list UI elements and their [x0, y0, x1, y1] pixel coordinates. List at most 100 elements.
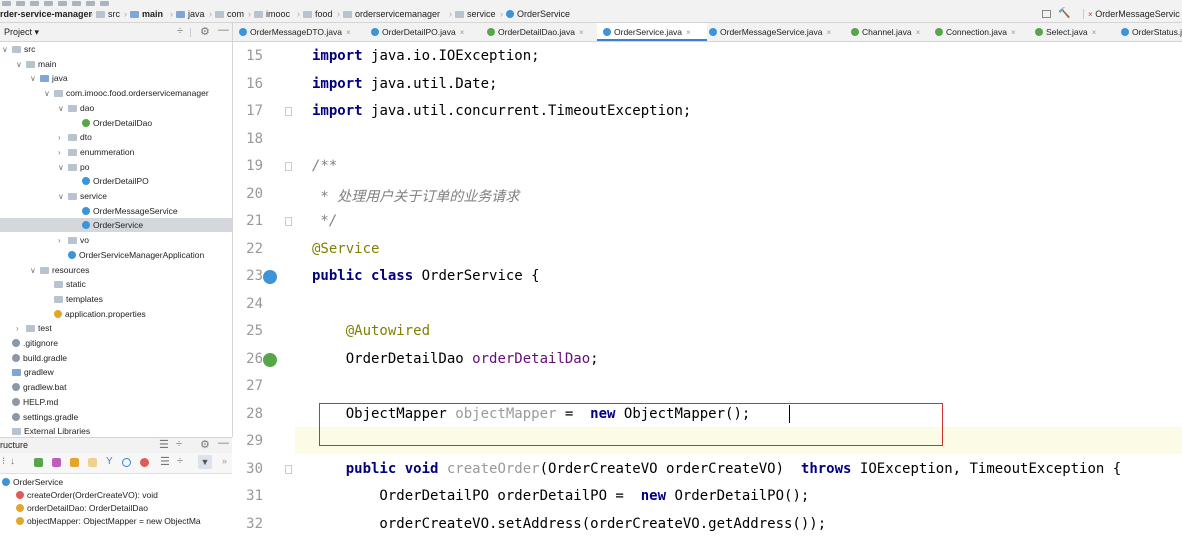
toolbar-icon[interactable] — [100, 1, 109, 6]
code-line[interactable]: */ — [312, 213, 337, 229]
tree-item[interactable]: ∨ com.imooc.food.orderservicemanager — [0, 86, 209, 100]
tree-item[interactable]: › vo — [0, 233, 89, 247]
toolbar-icon[interactable] — [72, 1, 81, 6]
tree-item[interactable]: OrderDetailPO — [0, 174, 149, 188]
code-line[interactable]: /** — [312, 158, 337, 174]
tree-item[interactable]: ∨ main — [0, 57, 56, 71]
fold-marker-icon[interactable] — [285, 162, 292, 171]
autowired-bean-icon[interactable] — [263, 352, 277, 367]
show-nonpublic-icon[interactable] — [88, 458, 97, 467]
code-line[interactable]: @Service — [312, 241, 379, 257]
code-line[interactable]: public class OrderService { — [312, 268, 540, 284]
code-line[interactable]: import java.io.IOException; — [312, 48, 540, 64]
tree-item[interactable]: › test — [0, 321, 52, 335]
fold-marker-icon[interactable] — [285, 217, 292, 226]
toolbar-icon[interactable] — [86, 1, 95, 6]
run-config-selector[interactable]: × OrderMessageServic — [1083, 9, 1180, 19]
tree-item[interactable]: ∨ java — [0, 71, 68, 85]
close-icon[interactable]: × — [346, 28, 351, 37]
breadcrumb-food[interactable]: food — [303, 9, 333, 19]
code-line[interactable]: * 处理用户关于订单的业务请求 — [312, 186, 519, 206]
tree-item[interactable]: ∨ service — [0, 189, 107, 203]
breadcrumb-project[interactable]: rder-service-manager — [0, 9, 92, 19]
gear-icon[interactable]: ⚙ — [200, 438, 210, 451]
close-icon[interactable]: × — [1011, 28, 1016, 37]
toolbar-icon[interactable] — [16, 1, 25, 6]
fold-marker-icon[interactable] — [285, 464, 292, 474]
code-line[interactable]: OrderDetailPO orderDetailPO = new OrderD… — [312, 488, 809, 504]
chevron-down-icon[interactable]: ∨ — [58, 161, 68, 175]
tree-item[interactable]: gradlew — [0, 365, 54, 379]
close-icon[interactable]: × — [579, 28, 584, 37]
tree-item[interactable]: gradlew.bat — [0, 380, 66, 394]
pin-icon[interactable]: ▼ — [198, 455, 212, 469]
fold-marker-icon[interactable] — [285, 107, 292, 116]
structure-item[interactable]: createOrder(OrderCreateVO): void — [16, 488, 158, 502]
bean-class-icon[interactable] — [263, 270, 277, 284]
close-icon[interactable]: × — [827, 28, 832, 37]
tab-orderservice[interactable]: OrderService.java × — [597, 23, 707, 41]
structure-item[interactable]: OrderService — [2, 475, 63, 489]
tree-item[interactable]: ∨ po — [0, 160, 89, 174]
code-line[interactable]: OrderDetailDao orderDetailDao; — [312, 351, 599, 367]
tab-select[interactable]: Select.java × — [1029, 23, 1119, 41]
breadcrumb-java[interactable]: java — [176, 9, 205, 19]
sort-alpha-icon[interactable]: ↓ — [10, 456, 15, 467]
tree-item[interactable]: templates — [0, 292, 103, 306]
breadcrumb-main[interactable]: main — [130, 9, 163, 19]
tree-item[interactable]: settings.gradle — [0, 410, 78, 424]
toolbar-icon[interactable] — [30, 1, 39, 6]
code-line[interactable]: @Autowired — [312, 323, 430, 339]
chevron-down-icon[interactable]: ∨ — [30, 264, 40, 278]
collapse-all-icon[interactable]: ÷ — [176, 438, 182, 450]
chevron-right-icon[interactable]: › — [16, 322, 26, 336]
chevron-down-icon[interactable]: ∨ — [30, 72, 40, 86]
tree-item[interactable]: HELP.md — [0, 395, 58, 409]
layout-icon[interactable] — [1042, 10, 1051, 18]
filter-icon[interactable]: Y — [106, 456, 113, 467]
breadcrumb-imooc[interactable]: imooc — [254, 9, 290, 19]
toolbar-icon[interactable] — [58, 1, 67, 6]
tab-orderdetailpo[interactable]: OrderDetailPO.java × — [365, 23, 485, 41]
show-inherited-icon[interactable] — [34, 458, 43, 467]
tree-item[interactable]: OrderDetailDao — [0, 116, 152, 130]
hide-panel-icon[interactable]: — — [218, 437, 229, 449]
tree-item[interactable]: External Libraries — [0, 424, 90, 437]
project-view-selector[interactable]: Project ▾ — [4, 27, 39, 38]
code-line[interactable]: public void createOrder(OrderCreateVO or… — [312, 461, 1122, 477]
chevron-down-icon[interactable]: ∨ — [58, 190, 68, 204]
close-icon[interactable]: × — [460, 28, 465, 37]
code-line[interactable]: orderCreateVO.setAddress(orderCreateVO.g… — [312, 516, 826, 532]
toolbar-icon[interactable] — [44, 1, 53, 6]
more-icon[interactable]: » — [222, 456, 227, 466]
chevron-right-icon[interactable]: › — [58, 131, 68, 145]
breadcrumb-src[interactable]: src — [96, 9, 120, 19]
close-icon[interactable]: × — [1092, 28, 1097, 37]
structure-item[interactable]: objectMapper: ObjectMapper = new ObjectM… — [16, 514, 201, 528]
tab-connection[interactable]: Connection.java × — [929, 23, 1033, 41]
chevron-right-icon[interactable]: › — [58, 146, 68, 160]
breadcrumb-orderservice[interactable]: OrderService — [506, 9, 570, 19]
tab-orderdetaildao[interactable]: OrderDetailDao.java × — [481, 23, 601, 41]
code-line[interactable]: import java.util.Date; — [312, 76, 497, 92]
sort-visibility-icon[interactable]: ⁝ — [2, 456, 5, 467]
show-properties-icon[interactable] — [52, 458, 61, 467]
chevron-right-icon[interactable]: › — [58, 234, 68, 248]
breadcrumb-service[interactable]: service — [455, 9, 496, 19]
tree-item[interactable]: OrderMessageService — [0, 204, 178, 218]
chevron-down-icon[interactable]: ∨ — [58, 102, 68, 116]
tree-item[interactable]: ∨ dao — [0, 101, 94, 115]
tree-item[interactable]: ∨ src — [0, 42, 35, 56]
tree-item[interactable]: .gitignore — [0, 336, 58, 350]
tree-item[interactable]: static — [0, 277, 86, 291]
tab-orderstatus[interactable]: OrderStatus.ja — [1115, 23, 1182, 41]
breadcrumb-orderservicemanager[interactable]: orderservicemanager — [343, 9, 440, 19]
toolbar-icon[interactable] — [2, 1, 11, 6]
close-icon[interactable]: × — [686, 28, 691, 37]
chevron-down-icon[interactable]: ∨ — [2, 43, 12, 57]
tree-item[interactable]: › enummeration — [0, 145, 134, 159]
tab-channel[interactable]: Channel.java × — [845, 23, 933, 41]
code-line[interactable]: import java.util.concurrent.TimeoutExcep… — [312, 103, 691, 119]
show-lambdas-icon[interactable] — [122, 458, 131, 467]
tree-item[interactable]: OrderService — [0, 218, 232, 233]
